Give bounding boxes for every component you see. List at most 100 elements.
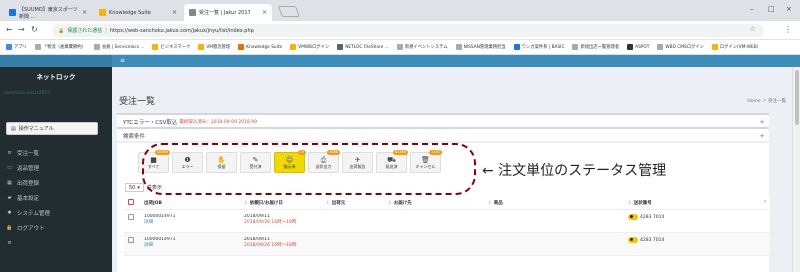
sidebar-item-label: 基本設定	[17, 195, 40, 202]
column-header-product[interactable]: ↕ 商品	[484, 200, 624, 206]
bookmark-item[interactable]: NISSAN管理業務担当	[455, 44, 506, 50]
detail-link[interactable]: 詳細	[144, 219, 240, 225]
bookmark-item[interactable]: NETLOC FileShare ...	[337, 44, 389, 50]
browser-tab-3[interactable]: 受注一覧 | Jakur 2017 ×	[184, 4, 272, 21]
per-page-value: 50	[129, 184, 136, 191]
bookmark-item[interactable]: VM懸念管理	[198, 44, 230, 50]
sidebar-item-1[interactable]: ≡ 受注一覧	[0, 145, 112, 160]
star-icon[interactable]: ☆	[750, 25, 756, 33]
table-row[interactable]: 10000014971 詳細 2018/09/11 2018/09/26 16時〜18…	[124, 233, 770, 256]
bookmark-label: 「物流（倉庫費節約）	[42, 45, 86, 50]
column-header-job[interactable]: 出荷JOB	[140, 200, 240, 206]
secure-label: 保護された通信	[67, 28, 103, 34]
tab-label: 受注一覧 | Jakur 2017	[199, 10, 251, 16]
return-icon: ▭	[7, 164, 12, 171]
per-page-select[interactable]: 50 ▾	[125, 183, 144, 192]
settings-icon: ▰	[7, 194, 12, 201]
manual-button-label: 操作マニュアル	[18, 126, 54, 132]
yamato-cat-icon	[628, 237, 638, 243]
ytc-error-text: 最終取込済み：2018-09-09 2018.99	[179, 120, 258, 125]
sidebar-item-4[interactable]: ▰ 基本設定	[0, 190, 112, 205]
menu-toggle-icon[interactable]: ≡	[120, 57, 125, 64]
request-date: 2018/09/11	[244, 214, 270, 219]
list-icon: ≡	[7, 149, 12, 156]
bookmarks-bar: アプリ 「物流（倉庫費節約） 会員 | Servicelocs ... ビジネスマーク…	[0, 40, 800, 55]
tracking-number[interactable]: 4283 7014	[640, 238, 664, 243]
yamato-cat-icon	[628, 214, 638, 220]
page-icon	[189, 9, 196, 16]
bookmark-label: 新規出店一覧管理者	[580, 45, 620, 50]
bookmark-item[interactable]: WBD CMSログイン	[657, 44, 704, 50]
search-label: 検索条件	[123, 134, 146, 140]
row-checkbox[interactable]	[128, 214, 134, 220]
sidebar: ネットロック sanchoku jakux2017 ▤ 操作マニュアル ≡ 受注一…	[0, 55, 112, 272]
search-box[interactable]: 検索条件 +	[117, 127, 769, 141]
bookmark-item[interactable]: VMWBログイン	[290, 44, 329, 50]
bookmark-icon	[6, 44, 12, 50]
bookmark-item[interactable]: ビジネスマーク	[152, 44, 190, 50]
sidebar-item-5[interactable]: ✱ システム管理	[0, 205, 112, 220]
new-tab-button[interactable]	[277, 6, 301, 17]
request-date: 2018/09/11	[244, 237, 270, 242]
browser-menu-icon[interactable]: ⋮	[784, 25, 792, 34]
browser-tab-2[interactable]: Knowledge Suite ×	[94, 4, 182, 21]
close-icon[interactable]: ×	[262, 9, 267, 16]
annotation-oval	[142, 143, 476, 195]
mail-icon	[9, 9, 16, 16]
close-icon[interactable]: ×	[172, 9, 177, 16]
browser-tab-1[interactable]: 【SUUMO】東京スポーツ新聞 … ×	[4, 4, 92, 21]
bookmark-item[interactable]: 新規イベントシステム	[396, 44, 448, 50]
brand-logo[interactable]: ネットロック	[0, 68, 112, 86]
menu-icon: ≡	[7, 239, 12, 246]
bookmark-item[interactable]: ワンカ案件系 | BASIC	[513, 44, 564, 50]
reload-icon[interactable]: ↻	[31, 25, 38, 34]
expand-icon[interactable]: +	[759, 118, 765, 126]
tracking-number[interactable]: 4283 7014	[640, 215, 664, 220]
sidebar-item-3[interactable]: ▦ 出荷登録	[0, 175, 112, 190]
close-icon[interactable]: ×	[82, 9, 87, 16]
bookmark-item[interactable]: 新規出店一覧管理者	[572, 44, 619, 50]
bookmark-item[interactable]: Knowledge Suite	[238, 44, 282, 50]
expand-icon[interactable]: +	[759, 132, 765, 140]
delivery-date: 2018/09/26 16時〜18時	[244, 220, 297, 225]
sidebar-item-label: 返品管理	[17, 165, 40, 172]
bookmark-item[interactable]: ログイン(VM-WEB)	[711, 44, 758, 50]
select-all-checkbox[interactable]	[128, 199, 134, 205]
bookmark-item[interactable]: ASPOT	[627, 44, 649, 50]
bookmark-icon	[238, 44, 245, 50]
bookmark-icon	[455, 44, 462, 50]
top-navbar: ≡	[112, 55, 800, 67]
url-input[interactable]: 🔒 保護された通信 | https://web-sanchoku.jakux.c…	[52, 24, 764, 37]
scrollbar-thumb[interactable]	[795, 70, 799, 125]
url-separator: |	[105, 27, 107, 34]
close-window-button[interactable]: ×	[786, 5, 792, 13]
back-icon[interactable]: ←	[6, 25, 13, 34]
column-header-origin[interactable]: ↕ 出荷元	[322, 200, 384, 206]
url-text: https://web-sanchoku.jakux.com/jakux/jny…	[109, 27, 254, 34]
forward-icon[interactable]: →	[18, 25, 25, 34]
detail-link[interactable]: 詳細	[144, 242, 240, 248]
sidebar-item-6[interactable]: 🔒 ログアウト	[0, 220, 112, 235]
minimize-button[interactable]: –	[750, 5, 754, 13]
sidebar-item-2[interactable]: ▭ 返品管理	[0, 160, 112, 175]
column-header-tracking[interactable]: ↕ 送状番号 ↕	[624, 200, 770, 206]
sidebar-user: sanchoku jakux2017	[4, 91, 51, 96]
ytc-box[interactable]: YTCエラー・CSV取込 最終取込済み：2018-09-09 2018.99 +	[117, 113, 769, 127]
bookmark-icon	[198, 44, 205, 50]
sidebar-item-7[interactable]: ≡	[0, 235, 112, 250]
bookmark-label: 新規イベントシステム	[404, 45, 448, 50]
bookmark-item[interactable]: 「物流（倉庫費節約）	[34, 44, 86, 50]
bookmark-icon	[572, 44, 579, 50]
bookmark-label: NISSAN管理業務担当	[463, 45, 506, 50]
manual-button[interactable]: ▤ 操作マニュアル	[6, 122, 98, 135]
table-row[interactable]: 10000014971 詳細 2018/09/11 2018/09/26 16時〜18…	[124, 210, 770, 233]
page-scrollbar[interactable]	[792, 67, 800, 272]
bookmark-item[interactable]: アプリ	[6, 44, 27, 50]
column-header-destination[interactable]: ↕ お届け先	[384, 200, 484, 206]
maximize-button[interactable]: □	[768, 5, 775, 13]
breadcrumb[interactable]: Home ＞ 受注一覧	[747, 98, 786, 104]
column-header-date[interactable]: ↕ 依頼日/お届け日	[240, 200, 322, 206]
tab-label: Knowledge Suite	[109, 9, 151, 16]
row-checkbox[interactable]	[128, 237, 134, 243]
bookmark-item[interactable]: 会員 | Servicelocs ...	[93, 44, 144, 50]
